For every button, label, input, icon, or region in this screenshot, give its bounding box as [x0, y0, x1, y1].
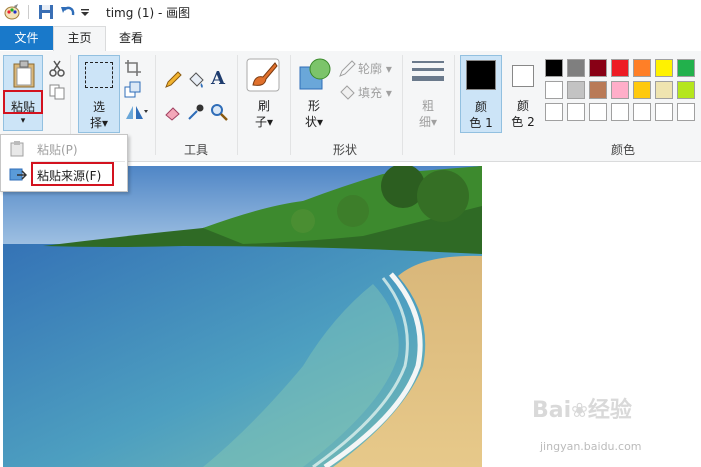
undo-icon[interactable] — [60, 4, 76, 20]
group-separator — [454, 55, 455, 155]
palette-swatch[interactable] — [611, 103, 629, 121]
clipboard-icon — [13, 60, 35, 88]
save-icon[interactable] — [38, 4, 54, 20]
palette-swatch[interactable] — [633, 103, 651, 121]
brushes-button[interactable]: 刷 子▾ — [242, 55, 286, 133]
group-separator — [290, 55, 291, 155]
group-separator — [237, 55, 238, 155]
brushes-label-2: 子▾ — [254, 115, 274, 129]
palette-swatch[interactable] — [567, 103, 585, 121]
copy-icon[interactable] — [48, 83, 66, 101]
palette-swatch[interactable] — [677, 59, 695, 77]
group-separator — [402, 55, 403, 155]
paste-highlight-box — [3, 90, 43, 114]
watermark-url: jingyan.baidu.com — [540, 440, 642, 453]
color1-swatch — [466, 60, 496, 90]
magnifier-icon[interactable] — [210, 103, 228, 121]
shapes-group-label: 形状 — [332, 143, 357, 157]
pencil-icon[interactable] — [164, 71, 182, 89]
fill-bucket-icon[interactable] — [187, 71, 205, 89]
menu-paste-label: 粘贴(P) — [37, 143, 78, 157]
size-label-2: 细▾ — [418, 115, 438, 129]
size-line-thin — [412, 61, 444, 63]
tab-home[interactable]: 主页 — [53, 26, 106, 51]
palette-swatch[interactable] — [567, 81, 585, 99]
size-button[interactable]: 粗 细▾ — [406, 55, 450, 133]
palette-swatch[interactable] — [589, 103, 607, 121]
fill-icon — [340, 85, 355, 100]
crop-icon[interactable] — [124, 59, 142, 77]
palette-swatch[interactable] — [655, 59, 673, 77]
paste-dropdown-arrow[interactable]: ▾ — [4, 116, 42, 126]
menu-item-paste[interactable]: 粘贴(P) — [1, 137, 127, 161]
customize-quick-access-icon[interactable] — [80, 8, 90, 18]
separator — [28, 5, 29, 19]
title-bar: timg (1) - 画图 — [0, 0, 701, 24]
select-rect-icon — [85, 62, 113, 88]
paste-from-highlight-box — [31, 162, 114, 186]
shapes-button[interactable]: 形 状▾ — [294, 55, 334, 133]
window-title: timg (1) - 画图 — [106, 6, 191, 20]
beach-photo[interactable] — [3, 166, 482, 467]
tools-group-label: 工具 — [183, 143, 208, 157]
paw-icon: ❀ — [571, 398, 588, 422]
shapes-label-2: 状▾ — [304, 115, 324, 129]
palette-swatch[interactable] — [545, 103, 563, 121]
palette-swatch[interactable] — [545, 81, 563, 99]
palette-swatch[interactable] — [655, 81, 673, 99]
palette-swatch[interactable] — [611, 81, 629, 99]
ribbon-tabs: 文件 主页 查看 — [0, 24, 701, 52]
cut-icon[interactable] — [48, 59, 66, 77]
size-line-medium — [412, 68, 444, 71]
select-button[interactable]: 选 择▾ — [78, 55, 120, 133]
watermark-brand: Bai — [532, 398, 572, 423]
outline-button[interactable]: 轮廓 ▾ — [358, 60, 392, 77]
text-tool-icon[interactable]: A — [211, 68, 225, 89]
brush-icon — [246, 58, 280, 92]
color1-label-2: 色 1 — [469, 116, 493, 130]
color2-swatch — [512, 65, 534, 87]
paste-from-icon — [9, 168, 27, 181]
watermark-logo: Bai❀经验 — [532, 392, 632, 424]
fill-label: 填充 — [358, 86, 383, 100]
palette-swatch[interactable] — [655, 103, 673, 121]
palette-swatch[interactable] — [589, 59, 607, 77]
resize-icon[interactable] — [124, 81, 142, 99]
beach-photo-drawing — [3, 166, 482, 467]
select-label-2: 择▾ — [89, 116, 109, 130]
colors-group-label: 颜色 — [610, 143, 635, 157]
outline-label: 轮廓 — [358, 62, 383, 76]
palette-swatch[interactable] — [567, 59, 585, 77]
tab-file[interactable]: 文件 — [0, 26, 53, 50]
palette-swatch[interactable] — [589, 81, 607, 99]
fill-button[interactable]: 填充 ▾ — [358, 84, 392, 101]
paint-app-icon — [4, 4, 20, 20]
watermark-brand-2: 经验 — [587, 398, 632, 423]
palette-swatch[interactable] — [677, 81, 695, 99]
color-picker-icon[interactable] — [187, 103, 205, 121]
palette-swatch[interactable] — [677, 103, 695, 121]
color-palette — [545, 59, 701, 129]
shapes-icon — [299, 58, 331, 90]
outline-icon — [339, 60, 356, 77]
size-line-thick — [412, 76, 444, 81]
palette-swatch[interactable] — [611, 59, 629, 77]
rotate-icon[interactable] — [124, 103, 148, 121]
palette-swatch[interactable] — [633, 81, 651, 99]
palette-swatch[interactable] — [633, 59, 651, 77]
eraser-icon[interactable] — [164, 103, 182, 121]
tab-view[interactable]: 查看 — [108, 26, 154, 50]
clipboard-small-icon — [10, 141, 24, 157]
color2-label-2: 色 2 — [511, 115, 535, 129]
color1-button[interactable]: 颜 色 1 — [460, 55, 502, 133]
group-separator — [155, 55, 156, 155]
palette-swatch[interactable] — [545, 59, 563, 77]
color2-button[interactable]: 颜 色 2 — [504, 55, 542, 133]
